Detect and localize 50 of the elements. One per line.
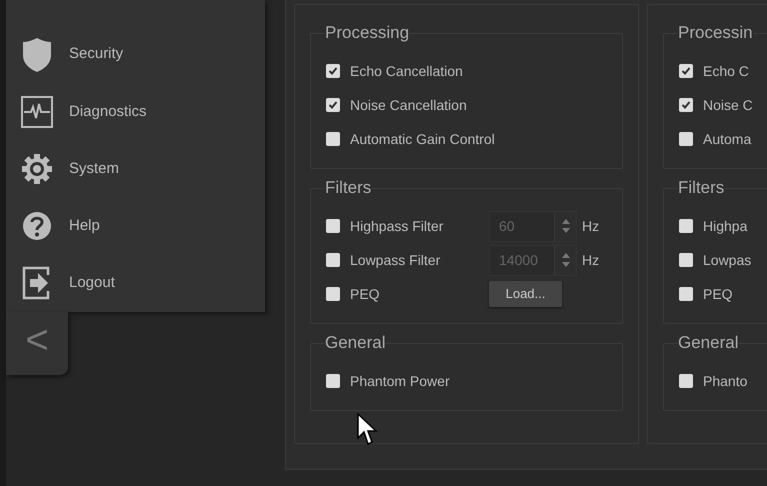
pulse-monitor-icon [21, 96, 53, 128]
checkbox[interactable] [326, 287, 340, 301]
checkbox[interactable] [679, 374, 693, 388]
unit-label: Hz [582, 250, 600, 270]
checkbox[interactable] [326, 98, 340, 112]
option-label: Echo C [703, 62, 749, 80]
unit-label: Hz [582, 216, 600, 236]
checkbox[interactable] [679, 64, 693, 78]
spinner-arrows-icon [562, 252, 570, 268]
checkbox[interactable] [679, 287, 693, 301]
checkbox[interactable] [326, 374, 340, 388]
option-label: PEQ [703, 284, 733, 304]
settings-icon [21, 153, 53, 185]
group-title: Filters [325, 177, 372, 199]
sidebar-item[interactable]: System [6, 140, 265, 198]
sidebar-item[interactable]: Diagnostics [6, 83, 265, 140]
option-label: PEQ [350, 284, 380, 304]
group-title: Processin [678, 22, 753, 44]
group-title: General [678, 332, 738, 354]
sidebar-item[interactable]: Help [6, 198, 265, 255]
load-button[interactable]: Load... [489, 281, 562, 307]
option-label: Automa [703, 130, 752, 148]
spinner-arrows-icon [562, 218, 570, 234]
sidebar-item[interactable]: Security [6, 26, 265, 84]
checkbox[interactable] [326, 64, 340, 78]
option-label: Lowpas [703, 250, 752, 270]
option-label: Highpass Filter [350, 216, 444, 236]
option-label: Echo Cancellation [350, 62, 463, 80]
group-title: Filters [678, 177, 724, 199]
sidebar-item[interactable]: Logout [6, 254, 265, 312]
checkbox[interactable] [679, 219, 693, 233]
checkbox[interactable] [679, 98, 693, 112]
checkbox[interactable] [679, 253, 693, 267]
checkbox[interactable] [679, 132, 693, 146]
option-label: Automatic Gain Control [350, 130, 495, 148]
logout-icon [22, 266, 52, 300]
help-icon [22, 211, 52, 242]
group-title: General [325, 332, 386, 354]
option-label: Noise C [703, 96, 753, 114]
checkbox[interactable] [326, 132, 340, 146]
group-title: Processing [325, 22, 410, 44]
option-label: Highpa [703, 216, 748, 236]
mouse-pointer-icon [357, 413, 379, 446]
shield-icon [22, 36, 52, 73]
option-label: Phanto [703, 372, 748, 390]
option-label: Phantom Power [350, 372, 450, 390]
option-label: Lowpass Filter [350, 250, 440, 270]
option-label: Noise Cancellation [350, 96, 467, 114]
checkbox[interactable] [326, 219, 340, 233]
checkbox[interactable] [326, 253, 340, 267]
